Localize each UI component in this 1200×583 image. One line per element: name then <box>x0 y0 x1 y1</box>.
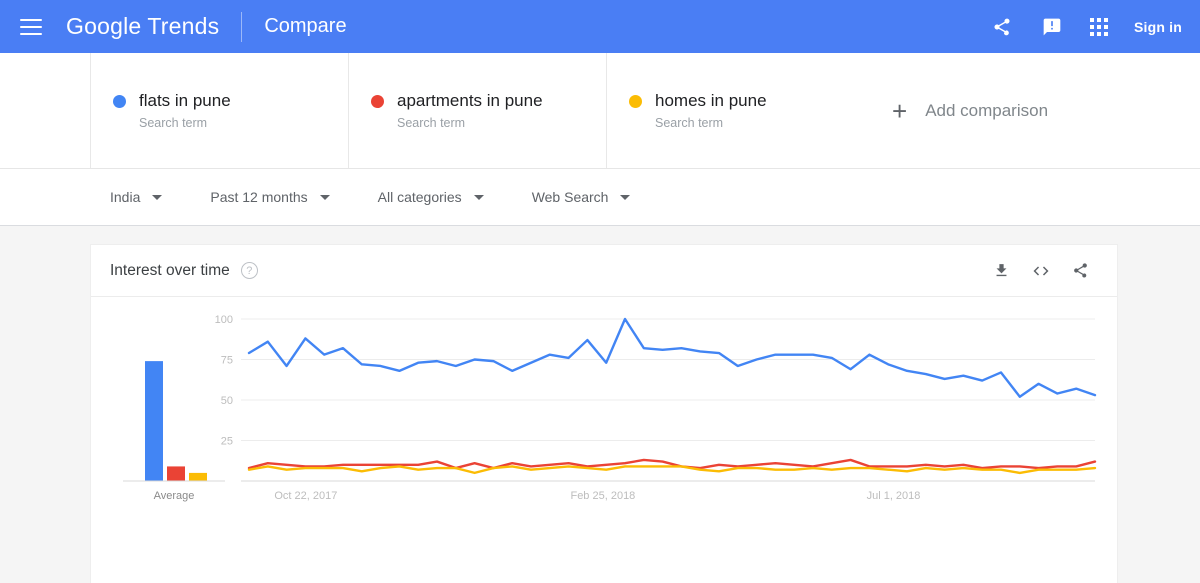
filter-category-label: All categories <box>377 189 462 205</box>
app-header: Google Trends Compare Sign in <box>0 0 1200 53</box>
chevron-down-icon <box>620 194 631 200</box>
series-line-1 <box>247 317 1097 398</box>
embed-code-icon[interactable] <box>1032 262 1050 280</box>
add-comparison-button[interactable]: + Add comparison <box>864 53 1048 168</box>
brand-trends-text: Trends <box>147 13 220 39</box>
share-icon[interactable] <box>990 15 1014 39</box>
plus-icon: + <box>892 95 908 126</box>
card-actions <box>993 262 1089 280</box>
comparison-term-2: apartments in pune <box>397 91 543 110</box>
feedback-icon[interactable] <box>1040 15 1064 39</box>
share-icon[interactable] <box>1072 262 1089 279</box>
apps-grid-icon[interactable] <box>1089 17 1108 36</box>
header-actions: Sign in <box>990 15 1182 39</box>
brand-logo[interactable]: Google Trends <box>66 13 219 40</box>
average-label: Average <box>154 490 195 502</box>
comparison-card-1[interactable]: flats in pune Search term <box>90 53 348 168</box>
interest-over-time-card: Interest over time ? 100 75 50 25 Oct 22… <box>90 244 1118 583</box>
card-header: Interest over time ? <box>91 245 1117 297</box>
y-axis-tick: 100 <box>215 314 233 326</box>
comparison-type-1: Search term <box>139 116 208 130</box>
comparison-type-2: Search term <box>397 116 466 130</box>
comparison-card-3[interactable]: homes in pune Search term <box>606 53 864 168</box>
filter-time-range[interactable]: Past 12 months <box>210 189 330 205</box>
page-title: Interest over time <box>110 261 230 279</box>
filter-bar: India Past 12 months All categories Web … <box>0 169 1200 226</box>
average-bar-1 <box>145 361 163 481</box>
comparison-card-2[interactable]: apartments in pune Search term <box>348 53 606 168</box>
filter-region[interactable]: India <box>110 189 163 205</box>
add-comparison-label: Add comparison <box>925 100 1049 120</box>
average-bar-3 <box>189 472 207 481</box>
comparison-card-2-header: apartments in pune <box>371 91 606 111</box>
comparison-term-1: flats in pune <box>139 91 231 110</box>
sign-in-button[interactable]: Sign in <box>1134 19 1182 35</box>
series-color-dot-blue <box>113 94 126 108</box>
filter-category[interactable]: All categories <box>378 189 484 205</box>
comparison-card-1-header: flats in pune <box>113 91 348 111</box>
x-axis-tick: Oct 22, 2017 <box>274 490 337 502</box>
comparison-cards: flats in pune Search term apartments in … <box>0 53 1200 169</box>
filter-time-range-label: Past 12 months <box>210 189 308 205</box>
chevron-down-icon <box>473 194 484 200</box>
chart-area[interactable]: 100 75 50 25 Oct 22, 2017 Feb 25, 2018 Jul 1, … <box>91 297 1117 583</box>
x-axis-tick: Feb 25, 2018 <box>570 490 635 502</box>
y-axis-tick: 50 <box>221 395 233 407</box>
brand-google-text: Google <box>66 13 142 39</box>
header-divider <box>241 11 243 42</box>
main-content: Interest over time ? 100 75 50 25 Oct 22… <box>0 226 1200 583</box>
series-color-dot-red <box>371 94 384 108</box>
interest-over-time-chart[interactable]: 100 75 50 25 Oct 22, 2017 Feb 25, 2018 Jul 1, … <box>91 297 1117 583</box>
help-circle-icon[interactable]: ? <box>240 262 258 279</box>
comparison-type-3: Search term <box>655 116 724 130</box>
header-section-compare[interactable]: Compare <box>264 15 346 38</box>
filter-region-label: India <box>110 189 141 205</box>
series-color-dot-yellow <box>629 94 642 108</box>
hamburger-menu-icon[interactable] <box>20 18 42 35</box>
series-line-3 <box>247 465 1097 475</box>
x-axis-tick: Jul 1, 2018 <box>867 490 921 502</box>
y-axis-tick: 75 <box>221 355 233 367</box>
filter-search-type-label: Web Search <box>531 189 609 205</box>
y-axis-tick: 25 <box>221 436 233 448</box>
comparison-term-3: homes in pune <box>655 91 767 110</box>
average-bar-2 <box>167 466 185 481</box>
download-icon[interactable] <box>993 262 1010 279</box>
chevron-down-icon <box>319 194 330 200</box>
comparison-card-3-header: homes in pune <box>629 91 864 111</box>
chevron-down-icon <box>152 194 163 200</box>
filter-search-type[interactable]: Web Search <box>532 189 631 205</box>
